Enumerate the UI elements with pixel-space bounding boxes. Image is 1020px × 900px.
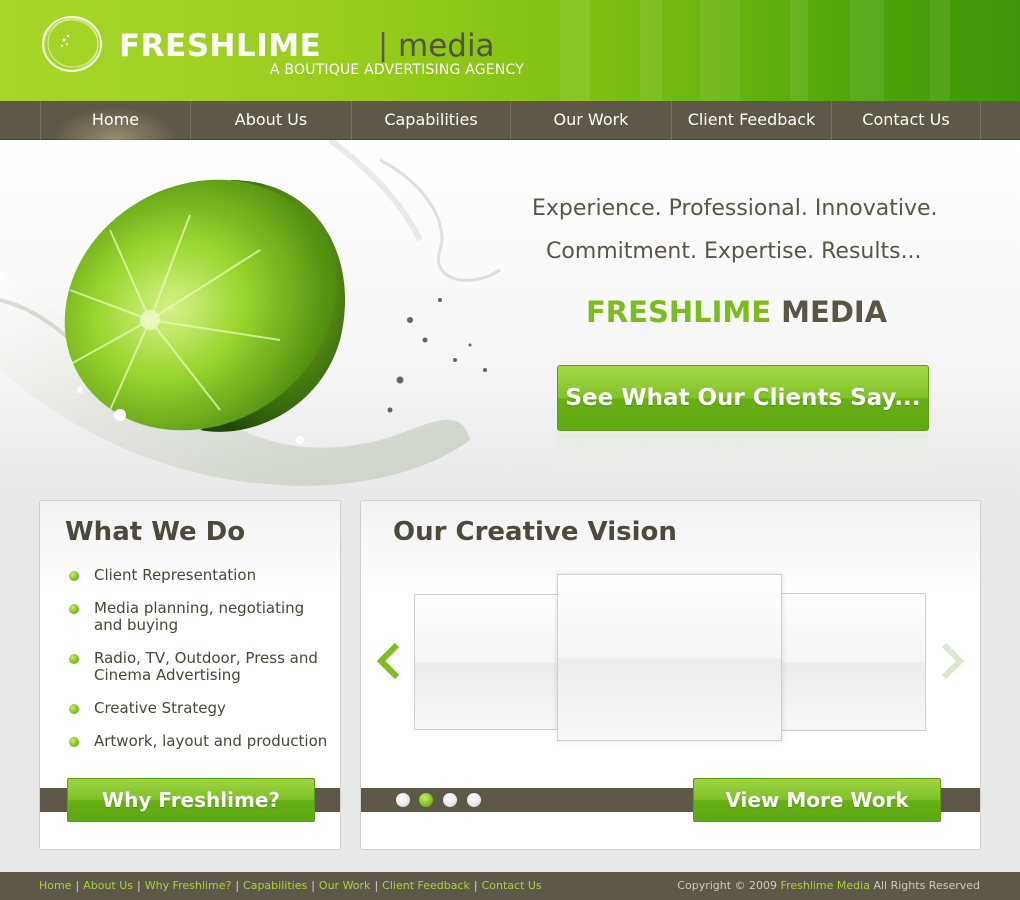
site-footer: Home | About Us | Why Freshlime? | Capabilitie… xyxy=(0,872,1020,900)
brand-separator: | xyxy=(378,28,389,63)
header-stripe xyxy=(700,0,740,101)
cta-reflection: See What Our Clients Say... xyxy=(557,433,929,477)
nav-item-about-us[interactable]: About Us xyxy=(190,101,351,140)
chevron-left-icon[interactable] xyxy=(373,641,403,681)
what-we-do-panel: What We Do Client Representation Media p… xyxy=(39,500,341,850)
footer-link-about-us[interactable]: About Us xyxy=(83,879,133,892)
lime-splash-image xyxy=(0,140,501,486)
chevron-right-icon[interactable] xyxy=(938,641,968,681)
why-freshlime-button[interactable]: Why Freshlime? xyxy=(67,778,315,822)
service-label: Radio, TV, Outdoor, Press and Cinema Adv… xyxy=(94,649,318,684)
green-bullet-icon xyxy=(69,737,79,747)
what-we-do-title: What We Do xyxy=(65,517,246,547)
carousel-pager-dot[interactable] xyxy=(467,793,481,807)
hero-title: FRESHLIME MEDIA xyxy=(586,295,887,329)
green-bullet-icon xyxy=(69,604,79,614)
hero-banner: Experience. Professional. Innovative. Co… xyxy=(0,140,1020,500)
green-bullet-icon xyxy=(69,571,79,581)
nav-item-our-work[interactable]: Our Work xyxy=(510,101,671,140)
footer-separator: | xyxy=(311,879,315,892)
header-stripe xyxy=(930,0,950,101)
copyright-prefix: Copyright © 2009 xyxy=(677,879,778,892)
service-label: Media planning, negotiating and buying xyxy=(94,599,305,634)
list-item: Client Representation xyxy=(68,567,333,584)
site-header: FRESHLIME | media A BOUTIQUE ADVERTISING… xyxy=(0,0,1020,101)
header-stripe xyxy=(790,0,808,101)
carousel-pager-dot-active[interactable] xyxy=(419,793,433,807)
carousel-slide-left[interactable] xyxy=(414,594,564,730)
carousel-pager-dot[interactable] xyxy=(396,793,410,807)
footer-separator: | xyxy=(473,879,478,892)
copyright-suffix: All Rights Reserved xyxy=(873,879,980,892)
service-label: Creative Strategy xyxy=(94,699,226,717)
footer-link-why-freshlime[interactable]: Why Freshlime? xyxy=(145,879,232,892)
footer-link-capabilities[interactable]: Capabilities xyxy=(243,879,307,892)
hero-title-green: FRESHLIME xyxy=(586,295,772,329)
hero-tagline-line-2: Commitment. Expertise. Results... xyxy=(546,239,922,264)
nav-item-client-feedback[interactable]: Client Feedback xyxy=(671,101,831,140)
header-stripe xyxy=(850,0,884,101)
header-stripe xyxy=(560,0,590,101)
carousel-pager-dot[interactable] xyxy=(443,793,457,807)
list-item: Media planning, negotiating and buying xyxy=(68,600,333,634)
footer-nav: Home | About Us | Why Freshlime? | Capabilitie… xyxy=(39,872,542,900)
footer-link-contact-us[interactable]: Contact Us xyxy=(482,879,542,892)
copyright-text: Copyright © 2009 Freshlime Media All Rig… xyxy=(677,872,980,900)
copyright-brand[interactable]: Freshlime Media xyxy=(781,879,870,892)
footer-separator: | xyxy=(235,879,240,892)
main-nav: Home About Us Capabilities Our Work Clie… xyxy=(0,101,1020,140)
lime-logo-icon[interactable] xyxy=(40,14,104,74)
footer-separator: | xyxy=(75,879,80,892)
list-item: Artwork, layout and production xyxy=(68,733,333,750)
footer-link-client-feedback[interactable]: Client Feedback xyxy=(382,879,470,892)
brand-suffix: media xyxy=(398,28,495,64)
nav-item-contact-us[interactable]: Contact Us xyxy=(831,101,981,140)
footer-link-home[interactable]: Home xyxy=(39,879,71,892)
brand-tagline: A BOUTIQUE ADVERTISING AGENCY xyxy=(270,62,524,78)
creative-vision-panel: Our Creative Vision View More Work xyxy=(360,500,981,850)
client-feedback-cta-button[interactable]: See What Our Clients Say... xyxy=(557,365,929,431)
brand-name[interactable]: FRESHLIME xyxy=(119,26,321,66)
carousel-slide-right[interactable] xyxy=(774,593,926,731)
hero-tagline-line-1: Experience. Professional. Innovative. xyxy=(532,196,938,221)
creative-vision-title: Our Creative Vision xyxy=(393,517,677,547)
service-label: Client Representation xyxy=(94,566,257,584)
carousel-slide-center[interactable] xyxy=(557,574,782,741)
green-bullet-icon xyxy=(69,704,79,714)
header-stripe xyxy=(640,0,662,101)
view-more-work-button[interactable]: View More Work xyxy=(693,778,941,822)
footer-link-our-work[interactable]: Our Work xyxy=(319,879,371,892)
footer-separator: | xyxy=(137,879,141,892)
cta-reflection-text: See What Our Clients Say... xyxy=(557,433,929,477)
nav-item-capabilities[interactable]: Capabilities xyxy=(351,101,510,140)
list-item: Radio, TV, Outdoor, Press and Cinema Adv… xyxy=(68,650,333,684)
list-item: Creative Strategy xyxy=(68,700,333,717)
green-bullet-icon xyxy=(69,654,79,664)
service-label: Artwork, layout and production xyxy=(94,732,328,750)
hero-title-dark: MEDIA xyxy=(781,295,888,329)
services-list: Client Representation Media planning, ne… xyxy=(68,567,333,750)
footer-separator: | xyxy=(374,879,379,892)
nav-item-home[interactable]: Home xyxy=(40,101,190,140)
